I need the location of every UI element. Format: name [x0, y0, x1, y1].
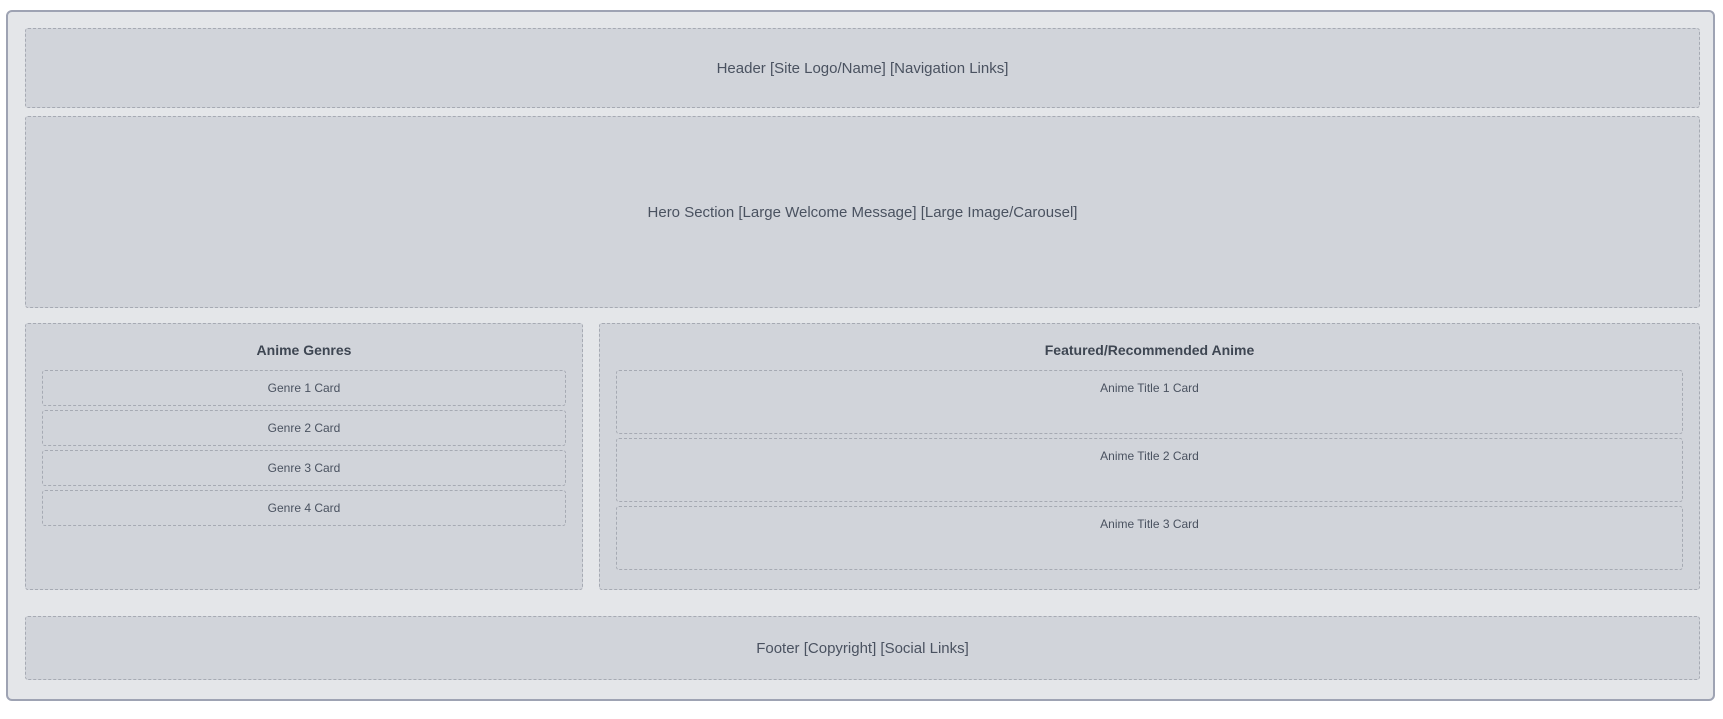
- anime-card-label: Anime Title 2 Card: [1100, 449, 1199, 463]
- anime-title-card[interactable]: Anime Title 2 Card: [616, 438, 1683, 502]
- anime-card-label: Anime Title 1 Card: [1100, 381, 1199, 395]
- genre-card-label: Genre 2 Card: [267, 421, 341, 435]
- footer-label: Footer [Copyright] [Social Links]: [756, 639, 969, 657]
- header-placeholder: Header [Site Logo/Name] [Navigation Link…: [25, 28, 1700, 108]
- genre-card[interactable]: Genre 1 Card: [42, 370, 566, 406]
- genre-card-label: Genre 1 Card: [267, 381, 341, 395]
- anime-title-card[interactable]: Anime Title 1 Card: [616, 370, 1683, 434]
- featured-anime-title: Featured/Recommended Anime: [1044, 342, 1255, 358]
- featured-anime-section: Featured/Recommended Anime Anime Title 1…: [599, 323, 1700, 590]
- anime-card-label: Anime Title 3 Card: [1100, 517, 1199, 531]
- genre-card-label: Genre 3 Card: [267, 461, 341, 475]
- genre-card[interactable]: Genre 4 Card: [42, 490, 566, 526]
- header-label: Header [Site Logo/Name] [Navigation Link…: [716, 59, 1009, 77]
- hero-label: Hero Section [Large Welcome Message] [La…: [647, 203, 1078, 221]
- anime-genres-title: Anime Genres: [256, 342, 352, 358]
- footer-placeholder: Footer [Copyright] [Social Links]: [25, 616, 1700, 680]
- genre-card[interactable]: Genre 3 Card: [42, 450, 566, 486]
- hero-section-placeholder: Hero Section [Large Welcome Message] [La…: [25, 116, 1700, 308]
- anime-genres-section: Anime Genres Genre 1 Card Genre 2 Card G…: [25, 323, 583, 590]
- anime-title-card[interactable]: Anime Title 3 Card: [616, 506, 1683, 570]
- wireframe-page: Header [Site Logo/Name] [Navigation Link…: [6, 10, 1715, 701]
- genre-card[interactable]: Genre 2 Card: [42, 410, 566, 446]
- genre-card-label: Genre 4 Card: [267, 501, 341, 515]
